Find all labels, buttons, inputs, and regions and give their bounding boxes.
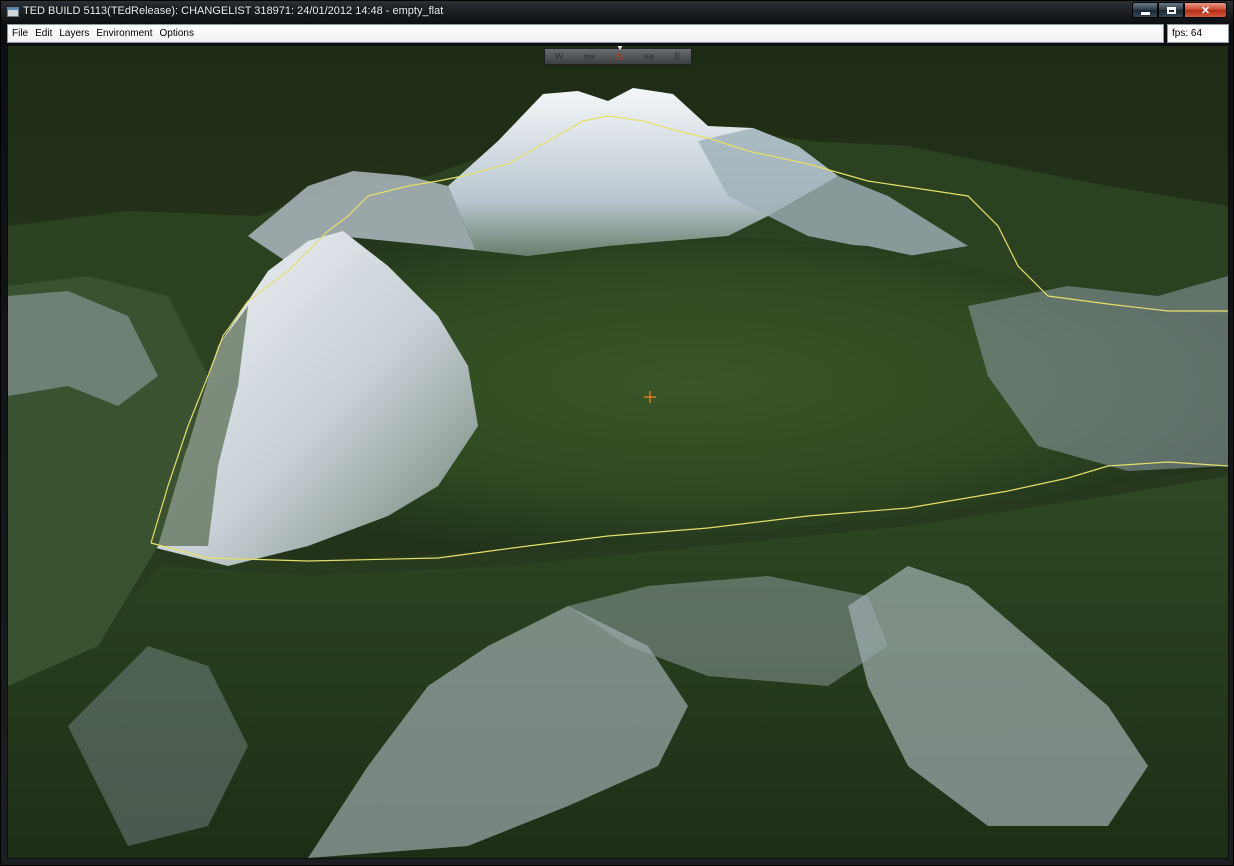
compass-nw: nw	[584, 52, 596, 61]
compass-w: W	[555, 52, 564, 61]
app-window: TED BUILD 5113(TEdRelease): CHANGELIST 3…	[0, 0, 1234, 866]
fps-counter: fps: 64	[1167, 24, 1229, 43]
compass-heading-marker	[617, 46, 623, 50]
compass-e: E	[674, 52, 681, 61]
terrain-render[interactable]	[8, 46, 1228, 858]
compass-n: N	[616, 51, 624, 62]
menu-layers[interactable]: Layers	[56, 28, 92, 39]
menu-options[interactable]: Options	[157, 28, 197, 39]
maximize-button[interactable]	[1158, 2, 1184, 18]
window-title: TED BUILD 5113(TEdRelease): CHANGELIST 3…	[23, 5, 444, 17]
menu-bar: File Edit Layers Environment Options	[7, 24, 1164, 43]
terrain-viewport[interactable]: W nw N ne E	[7, 45, 1229, 859]
compass-bar: W nw N ne E	[544, 46, 692, 65]
menu-edit[interactable]: Edit	[32, 28, 55, 39]
crosshair-icon	[644, 391, 656, 403]
compass-ne: ne	[644, 52, 654, 61]
window-controls: ✕	[1132, 2, 1227, 18]
minimize-icon	[1140, 11, 1150, 15]
close-button[interactable]: ✕	[1184, 2, 1227, 18]
fps-label: fps:	[1172, 28, 1189, 39]
title-bar[interactable]: TED BUILD 5113(TEdRelease): CHANGELIST 3…	[1, 1, 1233, 23]
app-window-icon	[7, 7, 19, 17]
maximize-icon	[1166, 6, 1176, 14]
minimize-button[interactable]	[1132, 2, 1158, 18]
fps-value: 64	[1190, 28, 1203, 39]
menu-file[interactable]: File	[9, 28, 31, 39]
menu-environment[interactable]: Environment	[93, 28, 155, 39]
close-icon: ✕	[1200, 4, 1211, 17]
